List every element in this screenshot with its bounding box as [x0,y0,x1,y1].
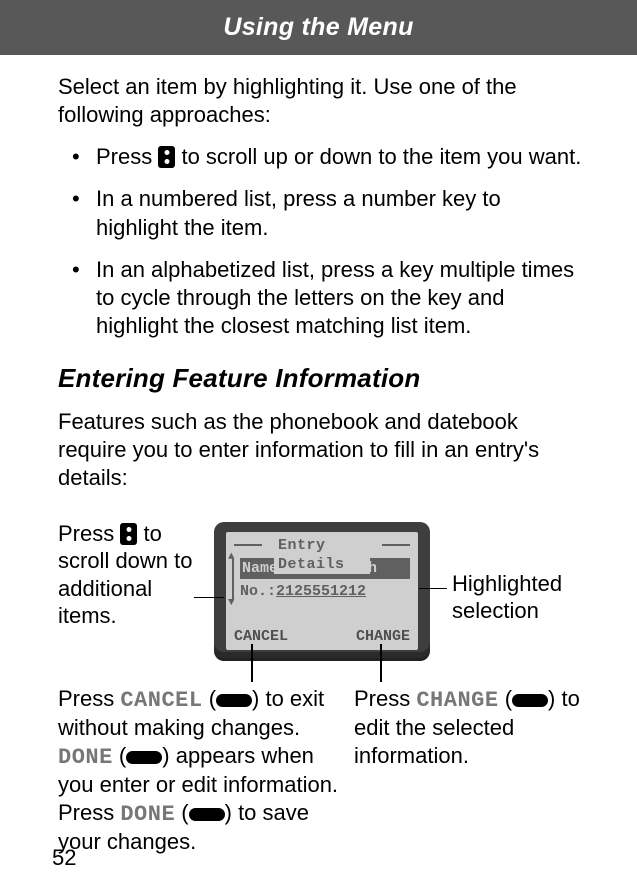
cancel-label: CANCEL [120,688,202,713]
t: ( [499,686,512,711]
done-label-2: DONE [120,802,175,827]
scroll-down-icon: ▼ [228,598,235,609]
title-rule [234,544,262,546]
nav-key-icon [120,523,137,545]
feature-intro: Features such as the phonebook and dateb… [58,408,582,492]
callout-line [251,644,253,682]
callout-line [380,644,382,682]
t: ( [203,686,216,711]
softkey-right: CHANGE [356,627,410,646]
bullet-list: Press to scroll up or down to the item y… [58,143,582,340]
row2-label: No.: [240,583,276,600]
callout-line [419,588,447,590]
header-title: Using the Menu [223,13,413,41]
callout-change: Press CHANGE () to edit the selected inf… [354,685,599,770]
left-softkey-icon [189,808,225,821]
right-softkey-icon [512,694,548,707]
done-label: DONE [58,745,113,770]
t: ( [175,800,188,825]
callout-scroll-pre: Press [58,521,120,546]
softkey-bar: CANCEL CHANGE [234,627,410,646]
callout-scroll: Press to scroll down to additional items… [58,520,203,630]
list-item: Press to scroll up or down to the item y… [58,143,582,171]
page-number: 52 [52,845,76,871]
softkey-left: CANCEL [234,627,288,646]
page-body: Select an item by highlighting it. Use o… [0,55,637,850]
scroll-line [232,558,234,600]
t: Press [354,686,416,711]
list-item: In a numbered list, press a number key t… [58,185,582,241]
list-item: In an alphabetized list, press a key mul… [58,256,582,340]
left-softkey-icon [216,694,252,707]
entry-row-number: No.:2125551212 [240,582,410,601]
phone-inner: Entry Details ▲ ▼ Name:John Smith No.:21… [226,532,418,650]
figure-area: Press to scroll down to additional items… [40,520,582,850]
callout-highlight: Highlighted selection [452,570,622,625]
left-softkey-icon [126,751,162,764]
section-heading: Entering Feature Information [58,362,582,395]
callout-line [194,597,224,599]
page-header: Using the Menu [0,0,637,55]
t: ( [113,743,126,768]
t: Press [58,686,120,711]
title-rule [382,544,410,546]
nav-key-icon [158,146,175,168]
phone-screen: Entry Details ▲ ▼ Name:John Smith No.:21… [214,522,430,658]
b1-pre: Press [96,144,158,169]
screen-title: Entry Details [274,536,370,574]
callout-cancel: Press CANCEL () to exit without making c… [58,685,353,856]
b1-post: to scroll up or down to the item you wan… [175,144,581,169]
intro-text: Select an item by highlighting it. Use o… [58,73,582,129]
row2-value: 2125551212 [276,583,366,600]
change-label: CHANGE [416,688,498,713]
